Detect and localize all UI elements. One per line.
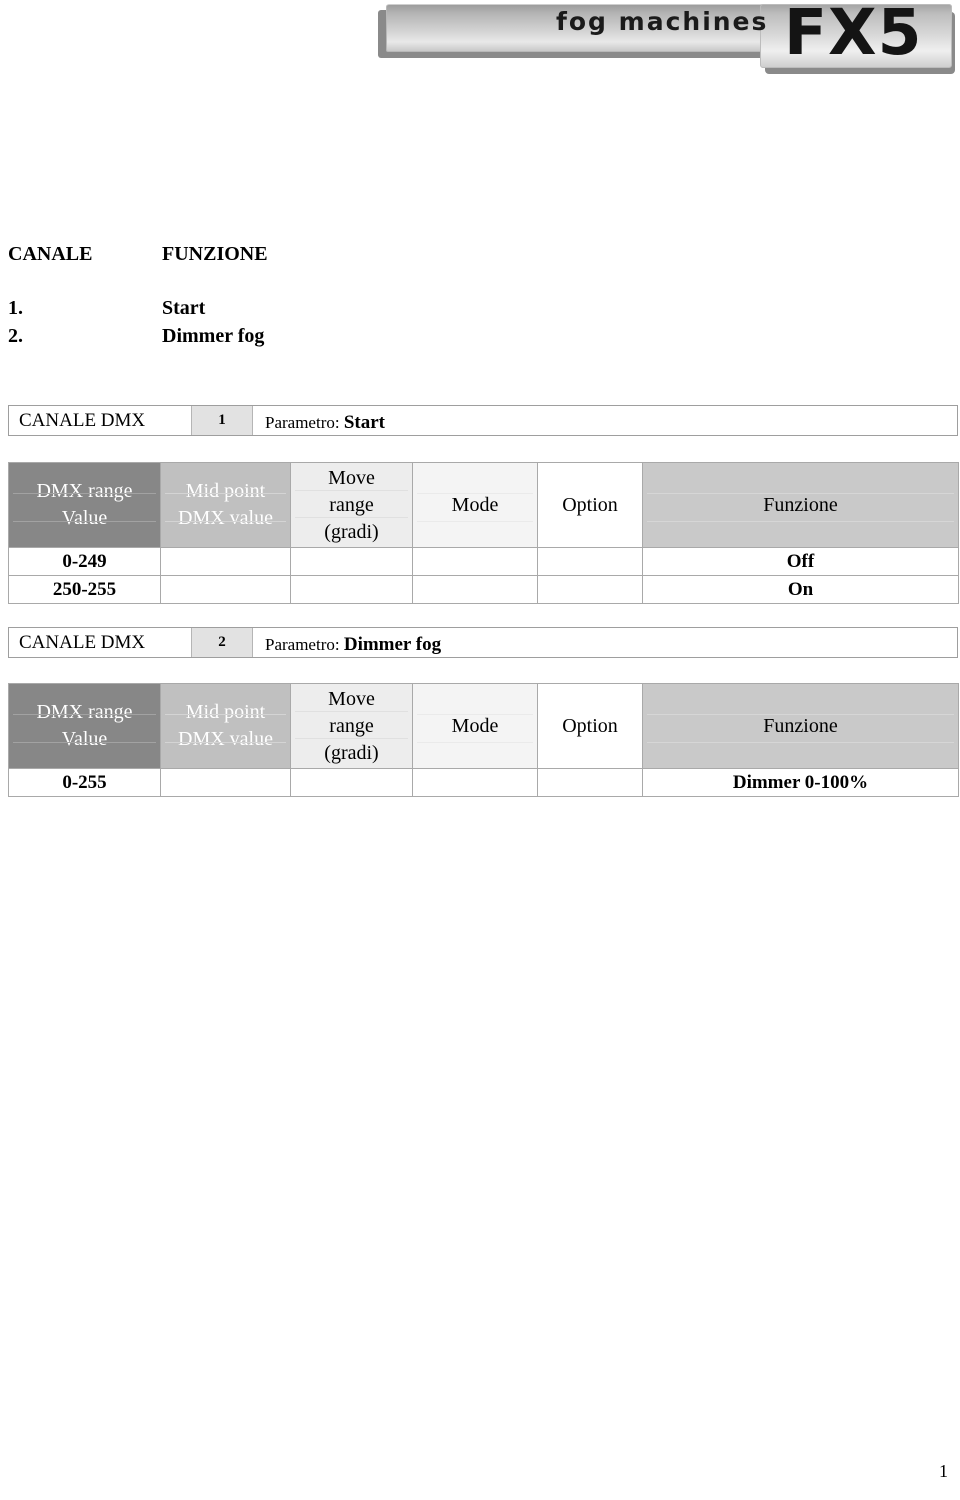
header-funzione-label: Funzione bbox=[763, 493, 838, 516]
header-option: Option bbox=[537, 462, 643, 548]
header-dmx-range-line1: DMX range bbox=[36, 701, 133, 723]
dmx-parameter-row: CANALE DMX 1 Parametro: Start bbox=[8, 405, 958, 436]
cell-dmx-range: 250-255 bbox=[8, 575, 161, 604]
parametro-value: Dimmer fog bbox=[343, 634, 442, 655]
header-move-range: Move range (gradi) bbox=[290, 683, 413, 769]
dmx-table-header-row: DMX range Value Mid point DMX value Move… bbox=[8, 462, 959, 548]
cell-move-range bbox=[290, 575, 413, 604]
channel-column-header: CANALE bbox=[8, 243, 93, 265]
header-mode: Mode bbox=[412, 683, 538, 769]
channel-list-row: 1. Start bbox=[8, 297, 508, 325]
dmx-channel-label: CANALE DMX bbox=[19, 410, 146, 431]
header-move-range: Move range (gradi) bbox=[290, 462, 413, 548]
header-dmx-range-line2: Value bbox=[61, 507, 108, 529]
cell-funzione: On bbox=[642, 575, 959, 604]
header-move-range-line1: Move bbox=[328, 466, 375, 489]
dmx-parameter-row: CANALE DMX 2 Parametro: Dimmer fog bbox=[8, 627, 958, 658]
cell-mode bbox=[412, 547, 538, 576]
cell-option bbox=[537, 547, 643, 576]
header-funzione-label: Funzione bbox=[763, 714, 838, 737]
channel-function-list: CANALE FUNZIONE 1. Start 2. Dimmer fog bbox=[8, 243, 508, 353]
channel-number: 2. bbox=[8, 325, 23, 347]
header-mid-point: Mid point DMX value bbox=[160, 683, 291, 769]
cell-mode bbox=[412, 768, 538, 797]
header-mid-point: Mid point DMX value bbox=[160, 462, 291, 548]
header-mode-label: Mode bbox=[451, 493, 499, 516]
dmx-channel-block-2: CANALE DMX 2 Parametro: Dimmer fog DMX r… bbox=[8, 627, 959, 797]
table-row: 0-249 Off bbox=[8, 547, 959, 576]
header-move-range-line1: Move bbox=[328, 687, 375, 710]
header-dmx-range-line2: Value bbox=[61, 728, 108, 750]
header-mode-label: Mode bbox=[451, 714, 499, 737]
dmx-values-table-1: DMX range Value Mid point DMX value Move… bbox=[8, 462, 959, 604]
header-mid-point-line2: DMX value bbox=[178, 507, 273, 529]
channel-function-name: Dimmer fog bbox=[162, 325, 265, 347]
page-number: 1 bbox=[939, 1461, 948, 1481]
header-option-label: Option bbox=[562, 714, 618, 737]
header-mode: Mode bbox=[412, 462, 538, 548]
dmx-channel-number: 2 bbox=[191, 628, 253, 657]
cell-funzione: Off bbox=[642, 547, 959, 576]
header-mid-point-line2: DMX value bbox=[178, 728, 273, 750]
cell-option bbox=[537, 768, 643, 797]
dmx-channel-label: CANALE DMX bbox=[19, 632, 146, 653]
channel-list-spacer bbox=[8, 271, 508, 297]
header-banner: fog machines FX5 bbox=[0, 0, 960, 100]
cell-dmx-range: 0-249 bbox=[8, 547, 161, 576]
channel-list-row: 2. Dimmer fog bbox=[8, 325, 508, 353]
header-dmx-range-line1: DMX range bbox=[36, 480, 133, 502]
header-move-range-line3: (gradi) bbox=[324, 741, 379, 764]
dmx-table-header-row: DMX range Value Mid point DMX value Move… bbox=[8, 683, 959, 769]
header-funzione: Funzione bbox=[642, 683, 959, 769]
dmx-values-table-2: DMX range Value Mid point DMX value Move… bbox=[8, 683, 959, 797]
cell-move-range bbox=[290, 768, 413, 797]
function-column-header: FUNZIONE bbox=[162, 243, 268, 265]
cell-mid-point bbox=[160, 768, 291, 797]
table-row: 0-255 Dimmer 0-100% bbox=[8, 768, 959, 797]
dmx-parameter-text: Parametro: Dimmer fog bbox=[265, 634, 441, 656]
cell-option bbox=[537, 575, 643, 604]
channel-function-name: Start bbox=[162, 297, 206, 319]
dmx-parameter-text: Parametro: Start bbox=[265, 412, 385, 434]
brand-model-fx5-text: FX5 bbox=[784, 0, 923, 69]
header-funzione: Funzione bbox=[642, 462, 959, 548]
cell-mode bbox=[412, 575, 538, 604]
dmx-channel-block-1: CANALE DMX 1 Parametro: Start DMX range … bbox=[8, 405, 959, 604]
header-dmx-range: DMX range Value bbox=[8, 683, 161, 769]
header-mid-point-line1: Mid point bbox=[185, 480, 266, 502]
header-option-label: Option bbox=[562, 493, 618, 516]
parametro-prefix: Parametro: bbox=[265, 635, 340, 654]
cell-funzione: Dimmer 0-100% bbox=[642, 768, 959, 797]
parametro-prefix: Parametro: bbox=[265, 413, 340, 432]
cell-mid-point bbox=[160, 575, 291, 604]
cell-move-range bbox=[290, 547, 413, 576]
header-move-range-line2: range bbox=[329, 714, 374, 737]
header-dmx-range: DMX range Value bbox=[8, 462, 161, 548]
cell-dmx-range: 0-255 bbox=[8, 768, 161, 797]
channel-list-header-row: CANALE FUNZIONE bbox=[8, 243, 508, 271]
header-move-range-line2: range bbox=[329, 493, 374, 516]
table-row: 250-255 On bbox=[8, 575, 959, 604]
cell-mid-point bbox=[160, 547, 291, 576]
header-mid-point-line1: Mid point bbox=[185, 701, 266, 723]
header-move-range-line3: (gradi) bbox=[324, 520, 379, 543]
parametro-value: Start bbox=[343, 412, 385, 433]
brand-fog-machines-text: fog machines bbox=[556, 7, 769, 36]
channel-number: 1. bbox=[8, 297, 23, 319]
header-option: Option bbox=[537, 683, 643, 769]
dmx-channel-number: 1 bbox=[191, 406, 253, 435]
